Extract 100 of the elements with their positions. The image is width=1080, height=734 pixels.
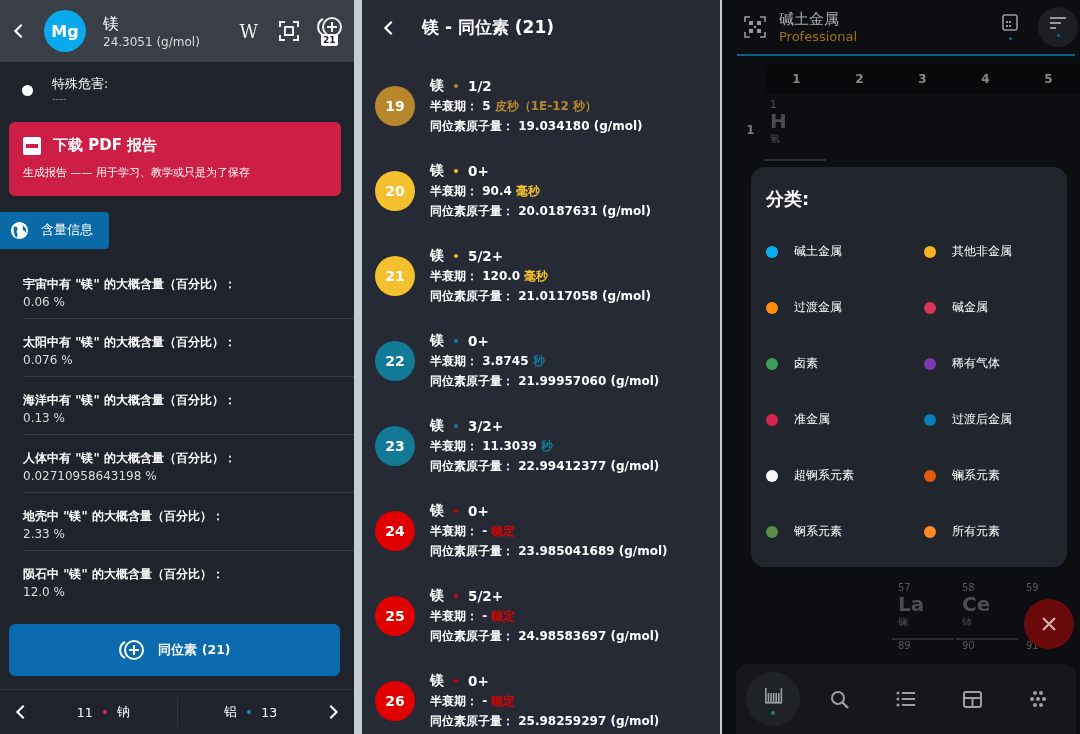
indicator-dot	[1008, 37, 1012, 40]
half-life-text: 半衰期： 5 皮秒（1E-12 秒）	[430, 97, 599, 115]
isotope-name: 镁	[430, 501, 444, 520]
legend-title: 分类:	[766, 187, 810, 211]
abundance-value: 0.06 %	[23, 295, 66, 309]
abundance-label: 人体中有 "镁" 的大概含量（百分比）：	[23, 450, 237, 467]
spin-value: 0+	[468, 672, 489, 689]
legend-label[interactable]: 其他非金属	[952, 243, 1012, 260]
element-name: 镁	[103, 13, 120, 35]
hazard-value: ----	[52, 93, 68, 104]
mass-number-badge[interactable]: 23	[375, 425, 415, 466]
isotope-name: 镁	[430, 76, 444, 95]
previous-element-number[interactable]: 11	[76, 704, 93, 720]
atomic-mass: 24.3051 (g/mol)	[103, 34, 201, 49]
filter-button[interactable]	[1038, 7, 1078, 47]
spin-value: 0+	[468, 332, 489, 349]
pdf-report-subtitle: 生成报告 —— 用于学习、教学或只是为了保存	[23, 165, 251, 180]
abundance-value: 0.02710958643198 %	[23, 469, 158, 483]
qr-scan-icon[interactable]	[744, 16, 766, 38]
isotope-icon	[118, 639, 147, 661]
isotope-mass-text: 同位素原子量： 25.98259297 (g/mol)	[430, 712, 660, 730]
previous-element-name[interactable]: 钠	[116, 703, 130, 721]
spin-value: 5/2+	[468, 247, 504, 264]
mass-number-badge[interactable]: 25	[375, 595, 415, 636]
isotopes-button[interactable]: 同位素 (21)	[9, 624, 340, 676]
scan-icon[interactable]	[278, 20, 300, 42]
half-life-text: 半衰期： 11.3039 秒	[430, 437, 555, 455]
pdf-report-card[interactable]: 下载 PDF 报告 生成报告 —— 用于学习、教学或只是为了保存	[9, 122, 341, 196]
close-icon	[1041, 616, 1057, 632]
wiki-button[interactable]: W	[239, 20, 258, 42]
isotope-mass-text: 同位素原子量： 21.99957060 (g/mol)	[430, 372, 660, 390]
legend-label[interactable]: 碱土金属	[794, 243, 842, 260]
globe-icon	[10, 221, 29, 240]
isotope-name: 镁	[430, 246, 444, 265]
half-life-text: 半衰期： 3.8745 秒	[430, 352, 546, 370]
spin-value: 5/2+	[468, 587, 504, 604]
legend-label[interactable]: 过渡金属	[794, 299, 842, 316]
half-life-text: 半衰期： - 稳定	[430, 692, 517, 710]
filter-icon	[1049, 17, 1067, 29]
legend-label[interactable]: 过渡后金属	[952, 411, 1012, 428]
abundance-label: 太阳中有 "镁" 的大概含量（百分比）：	[23, 334, 237, 351]
group-number: 5	[1043, 71, 1054, 88]
isotope-mass-text: 同位素原子量： 21.0117058 (g/mol)	[430, 287, 651, 305]
isotope-name: 镁	[430, 331, 444, 350]
half-life-text: 半衰期： - 稳定	[430, 522, 517, 540]
legend-label[interactable]: 卤素	[794, 355, 818, 372]
section-tab[interactable]: 含量信息	[0, 212, 109, 249]
spin-value: 3/2+	[468, 417, 504, 434]
abundance-label: 地壳中 "镁" 的大概含量（百分比）：	[23, 508, 225, 525]
legend-label[interactable]: 超锕系元素	[794, 467, 854, 484]
element-avatar: Mg	[44, 10, 86, 52]
pdf-report-title: 下载 PDF 报告	[53, 136, 158, 155]
element-number: 89	[898, 640, 911, 651]
group-number: 4	[980, 71, 991, 88]
count-badge: 21	[321, 34, 338, 46]
isotope-mass-text: 同位素原子量： 24.98583697 (g/mol)	[430, 627, 660, 645]
legend-label[interactable]: 镧系元素	[952, 467, 1000, 484]
legend-label[interactable]: 碱金属	[952, 299, 988, 316]
element-number: 59	[1026, 582, 1039, 593]
half-life-text: 半衰期： - 稳定	[430, 607, 517, 625]
edition-label: Professional	[779, 29, 859, 44]
legend-label[interactable]: 锕系元素	[794, 523, 842, 540]
close-button[interactable]	[1024, 599, 1074, 649]
category-title: 碱土金属	[779, 10, 840, 29]
pdf-icon	[23, 136, 41, 155]
abundance-label: 陨石中 "镁" 的大概含量（百分比）：	[23, 566, 225, 583]
legend-label[interactable]: 准金属	[794, 411, 830, 428]
mass-number-badge[interactable]: 22	[375, 340, 415, 381]
isotope-name: 镁	[430, 416, 444, 435]
abundance-label: 海洋中有 "镁" 的大概含量（百分比）：	[23, 392, 237, 409]
isotope-mass-text: 同位素原子量： 23.985041689 (g/mol)	[430, 542, 668, 560]
abundance-value: 2.33 %	[23, 527, 66, 541]
abundance-value: 12.0 %	[23, 585, 66, 599]
half-life-text: 半衰期： 90.4 毫秒	[430, 182, 541, 200]
isotope-name: 镁	[430, 671, 444, 690]
hazard-label: 特殊危害:	[52, 76, 109, 93]
legend-label[interactable]: 所有元素	[952, 523, 1000, 540]
calculator-icon[interactable]	[1002, 14, 1018, 31]
isotope-mass-text: 同位素原子量： 22.99412377 (g/mol)	[430, 457, 660, 475]
period-number: 1	[746, 123, 755, 137]
isotope-mass-text: 同位素原子量： 19.034180 (g/mol)	[430, 117, 643, 135]
spin-value: 0+	[468, 502, 489, 519]
mass-number-badge[interactable]: 26	[375, 680, 415, 721]
page-title: 镁 - 同位素 (21)	[422, 16, 554, 39]
group-number: 1	[791, 71, 802, 88]
element-number: 90	[962, 640, 975, 651]
isotope-mass-text: 同位素原子量： 20.0187631 (g/mol)	[430, 202, 651, 220]
next-element-name[interactable]: 铝	[224, 703, 238, 721]
spin-value: 1/2	[468, 77, 492, 94]
mass-number-badge[interactable]: 24	[375, 510, 415, 551]
abundance-value: 0.076 %	[23, 353, 74, 367]
group-number: 3	[917, 71, 928, 88]
bullet-icon	[22, 84, 33, 96]
group-number: 2	[854, 71, 865, 88]
legend-label[interactable]: 稀有气体	[952, 355, 1000, 372]
isotope-name: 镁	[430, 161, 444, 180]
isotope-name: 镁	[430, 586, 444, 605]
spin-value: 0+	[468, 162, 489, 179]
half-life-text: 半衰期： 120.0 毫秒	[430, 267, 550, 285]
next-element-number[interactable]: 13	[261, 704, 278, 720]
